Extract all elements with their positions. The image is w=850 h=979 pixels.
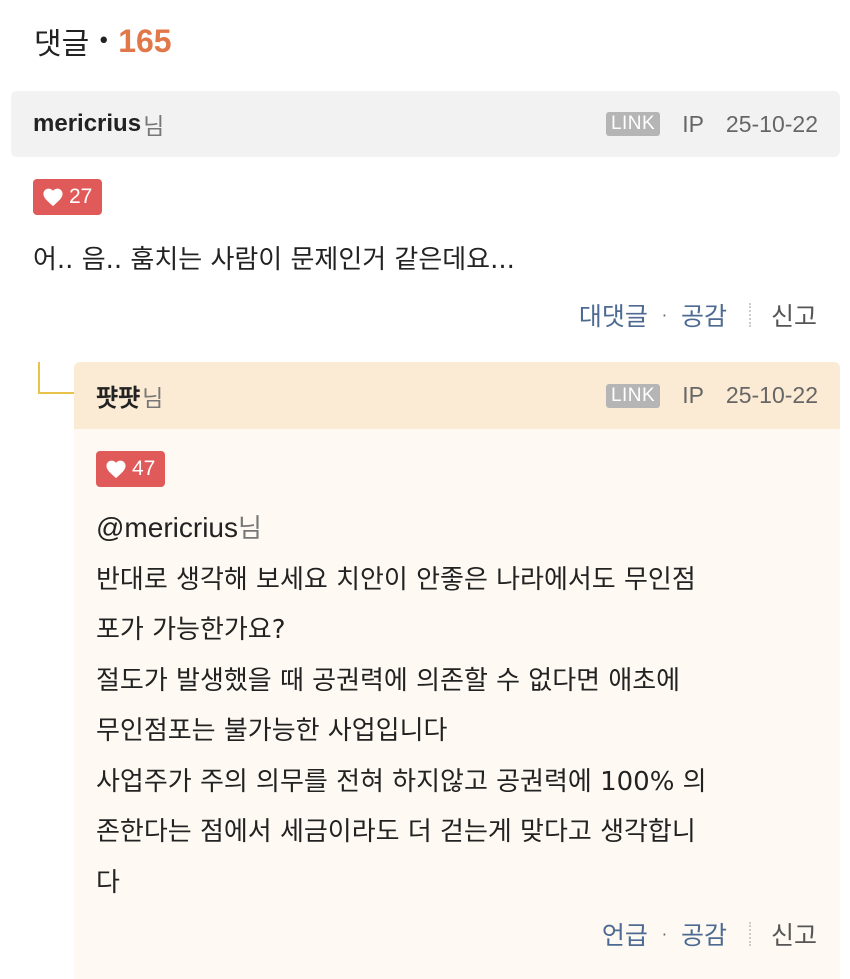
link-badge[interactable]: LINK: [605, 383, 661, 408]
comment-actions: 대댓글 · 공감 신고: [579, 297, 817, 333]
comment-meta: LINK IP 25-10-22: [605, 110, 818, 138]
reply-line: 존한다는 점에서 세금이라도 더 걷는게 맞다고 생각합니: [96, 817, 696, 847]
comments-header: 댓글 • 165: [34, 18, 172, 64]
reply-actions: 언급 · 공감 신고: [602, 916, 817, 952]
comment-line: 어.. 음.. 훔치는 사람이 문제인거 같은데요...: [33, 245, 515, 275]
like-count: 27: [69, 185, 93, 208]
reply-header: 퍗퍗 님 LINK IP 25-10-22: [74, 362, 840, 429]
header-separator: •: [97, 28, 111, 54]
author-honorific: 님: [142, 385, 164, 412]
report-button[interactable]: 신고: [771, 916, 817, 952]
comment-date: 25-10-22: [725, 110, 818, 137]
like-count: 47: [132, 457, 156, 480]
reply-author[interactable]: 퍗퍗: [96, 378, 140, 413]
heart-icon: [106, 460, 126, 479]
mention-line: @mericrius님: [96, 503, 707, 555]
report-button[interactable]: 신고: [771, 297, 817, 333]
link-badge[interactable]: LINK: [605, 112, 661, 136]
comment-header: mericrius 님 LINK IP 25-10-22: [11, 91, 840, 157]
reply-connector-line: [38, 362, 74, 394]
action-dot: ·: [661, 924, 667, 944]
comments-label: 댓글: [34, 27, 90, 62]
like-badge: 47: [96, 451, 166, 487]
comments-section: 댓글 • 165 mericrius 님 LINK IP 25-10-22 27…: [0, 0, 850, 979]
comment-text: 어.. 음.. 훔치는 사람이 문제인거 같은데요...: [33, 235, 515, 285]
reply-text: @mericrius님 반대로 생각해 보세요 치안이 안좋은 나라에서도 무인…: [96, 503, 707, 908]
reply-button[interactable]: 대댓글: [579, 297, 648, 333]
mention-button[interactable]: 언급: [602, 916, 648, 952]
reply-line: 무인점포는 불가능한 사업입니다: [96, 716, 448, 746]
comment-count: 165: [118, 22, 172, 59]
reply-line: 절도가 발생했을 때 공권력에 의존할 수 없다면 애초에: [96, 665, 681, 696]
like-button[interactable]: 공감: [681, 916, 727, 952]
like-button[interactable]: 공감: [681, 297, 727, 333]
mention-username[interactable]: @mericrius: [96, 512, 238, 543]
reply-line: 다: [96, 867, 120, 898]
heart-icon: [43, 188, 63, 207]
reply-meta: LINK IP 25-10-22: [605, 382, 818, 409]
reply-line: 사업주가 주의 의무를 전혀 하지않고 공권력에 100% 의: [96, 766, 707, 797]
reply-line: 반대로 생각해 보세요 치안이 안좋은 나라에서도 무인점: [96, 564, 696, 595]
ip-label[interactable]: IP: [682, 111, 704, 138]
reply-date: 25-10-22: [725, 382, 818, 408]
action-divider: [748, 922, 751, 946]
action-dot: ·: [661, 305, 667, 325]
author-honorific: 님: [143, 114, 165, 140]
like-badge: 27: [33, 179, 103, 215]
comment-author[interactable]: mericrius: [33, 110, 141, 138]
reply-line: 포가 가능한가요?: [96, 615, 286, 645]
mention-honorific: 님: [237, 514, 262, 544]
ip-label[interactable]: IP: [682, 382, 704, 409]
action-divider: [748, 303, 751, 327]
